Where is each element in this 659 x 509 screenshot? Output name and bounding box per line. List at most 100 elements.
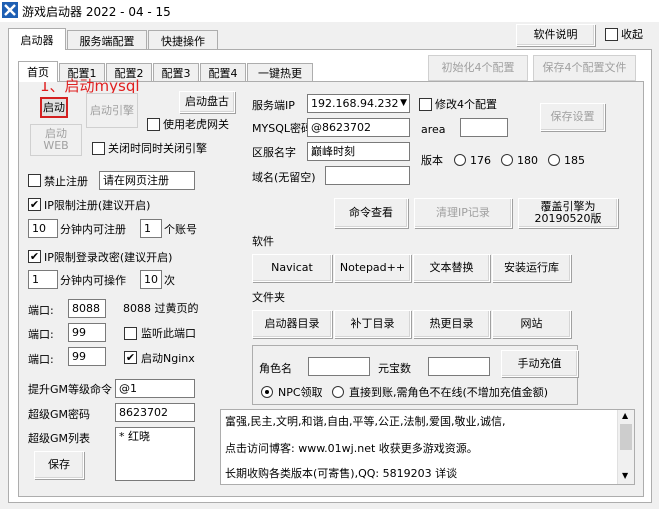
use-tiger-label: 使用老虎网关 xyxy=(163,118,229,131)
install-runtime-button[interactable]: 安装运行库 xyxy=(492,254,571,282)
port1-input[interactable]: 8088 xyxy=(68,299,106,318)
area-label: area xyxy=(421,123,446,136)
software-heading: 软件 xyxy=(252,235,274,248)
gm-level-label: 提升GM等级命令 xyxy=(28,383,113,396)
log-line-1: 富强,民主,文明,和谐,自由,平等,公正,法制,爱国,敬业,诚信, xyxy=(225,415,506,428)
port3-input[interactable]: 99 xyxy=(68,347,106,366)
tab-shortcuts[interactable]: 快捷操作 xyxy=(148,30,218,50)
patch-dir-button[interactable]: 补丁目录 xyxy=(334,310,411,338)
mysql-password-label: MYSQL密码 xyxy=(252,122,312,135)
server-ip-value: 192.168.94.232 xyxy=(311,97,399,110)
tab-config3[interactable]: 配置3 xyxy=(153,63,199,82)
port2-label: 端口: xyxy=(28,328,54,341)
modify-configs-checkbox[interactable] xyxy=(419,98,432,111)
scroll-down-icon[interactable]: ▼ xyxy=(622,471,628,480)
server-ip-select[interactable]: 192.168.94.232 ▼ xyxy=(307,94,410,113)
area-input[interactable] xyxy=(460,118,508,137)
gm-list-label: 超级GM列表 xyxy=(28,432,91,445)
direct-deposit-radio[interactable] xyxy=(332,386,344,398)
scroll-thumb[interactable] xyxy=(620,424,632,450)
close-engine-label: 关闭时同时关闭引擎 xyxy=(108,142,207,155)
gold-input[interactable] xyxy=(428,357,490,376)
start-nginx-checkbox[interactable]: ✔ xyxy=(124,351,137,364)
domain-label: 域名(无留空) xyxy=(252,171,316,184)
window-title: 游戏启动器 2022 - 04 - 15 xyxy=(22,5,171,19)
zone-name-input[interactable]: 巅峰时刻 xyxy=(307,142,410,161)
launcher-dir-button[interactable]: 启动器目录 xyxy=(252,310,332,338)
help-button[interactable]: 软件说明 xyxy=(516,24,595,46)
server-ip-label: 服务端IP xyxy=(252,99,295,112)
log-line-2: 点击访问博客: www.01wj.net 收获更多游戏资源。 xyxy=(225,442,478,455)
close-engine-checkbox[interactable] xyxy=(92,142,105,155)
save-configs-button[interactable]: 保存4个配置文件 xyxy=(533,55,636,81)
port2-input[interactable]: 99 xyxy=(68,323,106,342)
app-x-icon xyxy=(2,2,18,18)
notepad-button[interactable]: Notepad++ xyxy=(334,254,411,282)
gold-label: 元宝数 xyxy=(378,362,411,375)
version-176-radio[interactable] xyxy=(454,154,466,166)
version-180-label: 180 xyxy=(517,154,538,167)
login-minutes-input[interactable]: 1 xyxy=(28,270,58,289)
start-disk-button[interactable]: 启动盘古 xyxy=(179,91,235,113)
folders-heading: 文件夹 xyxy=(252,291,285,304)
view-commands-button[interactable]: 命令查看 xyxy=(334,198,408,228)
login-minutes-label: 分钟内可操作 xyxy=(60,274,126,287)
domain-input[interactable] xyxy=(325,166,410,185)
gm-list-textarea[interactable]: * 红晓 xyxy=(115,427,195,481)
title-bar: 游戏启动器 2022 - 04 - 15 xyxy=(0,0,659,22)
version-185-label: 185 xyxy=(564,154,585,167)
register-minutes-input[interactable]: 10 xyxy=(28,219,58,238)
website-button[interactable]: 网站 xyxy=(492,310,571,338)
start-engine-button[interactable]: 启动引擎 xyxy=(86,93,138,128)
tab-hot-update[interactable]: 一键热更 xyxy=(247,63,313,82)
modify-configs-label: 修改4个配置 xyxy=(435,98,497,111)
gm-level-input[interactable]: @1 xyxy=(115,379,195,398)
login-times-label: 次 xyxy=(164,274,175,287)
cover-engine-button[interactable]: 覆盖引擎为20190520版 xyxy=(518,198,618,228)
hotupdate-dir-button[interactable]: 热更目录 xyxy=(413,310,490,338)
register-minutes-label: 分钟内可注册 xyxy=(60,223,126,236)
version-185-radio[interactable] xyxy=(548,154,560,166)
clear-ip-button[interactable]: 清理IP记录 xyxy=(414,198,512,228)
tab-config4[interactable]: 配置4 xyxy=(200,63,246,82)
ip-limit-register-checkbox[interactable]: ✔ xyxy=(28,198,41,211)
npc-claim-label: NPC领取 xyxy=(278,386,323,399)
tab-home[interactable]: 首页 xyxy=(18,61,58,82)
mysql-password-input[interactable]: @8623702 xyxy=(307,118,410,137)
dropdown-arrow-icon: ▼ xyxy=(400,98,407,108)
log-textbox[interactable]: 富强,民主,文明,和谐,自由,平等,公正,法制,爱国,敬业,诚信, 点击访问博客… xyxy=(220,409,635,485)
gm-password-input[interactable]: 8623702 xyxy=(115,403,195,422)
tab-launcher[interactable]: 启动器 xyxy=(8,28,66,50)
version-176-label: 176 xyxy=(470,154,491,167)
ip-limit-login-checkbox[interactable]: ✔ xyxy=(28,250,41,263)
listen-port-checkbox[interactable] xyxy=(124,327,137,340)
direct-deposit-label: 直接到账,需角色不在线(不增加充值金额) xyxy=(349,386,549,399)
use-tiger-checkbox[interactable] xyxy=(147,118,160,131)
text-replace-button[interactable]: 文本替换 xyxy=(413,254,490,282)
gm-save-button[interactable]: 保存 xyxy=(34,451,84,479)
manual-recharge-button[interactable]: 手动充值 xyxy=(501,350,578,377)
version-180-radio[interactable] xyxy=(501,154,513,166)
role-name-input[interactable] xyxy=(308,357,370,376)
ip-limit-register-label: IP限制注册(建议开启) xyxy=(44,199,151,212)
register-url-input[interactable]: 请在网页注册 xyxy=(99,171,195,190)
log-line-3: 长期收购各类版本(可寄售),QQ: 5819203 详谈 xyxy=(225,467,458,480)
disable-register-checkbox[interactable] xyxy=(28,174,41,187)
scroll-up-icon[interactable]: ▲ xyxy=(622,411,628,420)
version-label: 版本 xyxy=(421,154,443,167)
save-settings-button[interactable]: 保存设置 xyxy=(540,103,605,131)
npc-claim-radio[interactable] xyxy=(261,386,273,398)
collapse-checkbox[interactable] xyxy=(605,28,618,41)
port3-label: 端口: xyxy=(28,353,54,366)
navicat-button[interactable]: Navicat xyxy=(252,254,332,282)
tab-server-config[interactable]: 服务端配置 xyxy=(67,30,147,50)
port1-note: 8088 过黄页的 xyxy=(123,302,199,315)
port1-label: 端口: xyxy=(28,304,54,317)
register-accounts-input[interactable]: 1 xyxy=(140,219,162,238)
login-times-input[interactable]: 10 xyxy=(140,270,162,289)
log-scrollbar[interactable]: ▲ ▼ xyxy=(617,410,634,484)
init-configs-button[interactable]: 初始化4个配置 xyxy=(428,55,528,81)
ip-limit-login-label: IP限制登录改密(建议开启) xyxy=(44,251,173,264)
start-button[interactable]: 启动 xyxy=(40,97,68,118)
start-web-button[interactable]: 启动WEB xyxy=(30,124,82,156)
